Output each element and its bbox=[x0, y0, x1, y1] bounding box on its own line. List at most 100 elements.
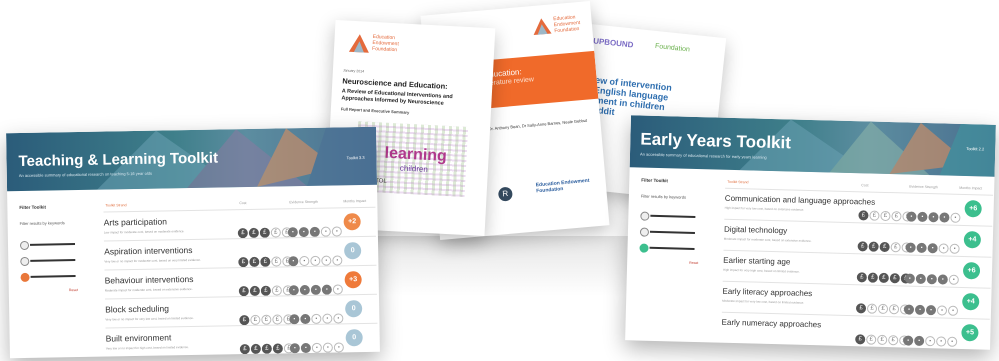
impact-badge: +3 bbox=[344, 271, 362, 289]
cost-slider-knob[interactable] bbox=[640, 211, 650, 221]
col-cost[interactable]: Cost bbox=[861, 183, 868, 187]
col-approach[interactable]: Toolkit Strand bbox=[727, 180, 748, 185]
cost-slider[interactable] bbox=[650, 214, 696, 218]
row-title[interactable]: Behaviour interventions bbox=[105, 274, 194, 286]
pound-coin-icon: £ bbox=[260, 256, 271, 267]
padlock-icon: ▪ bbox=[939, 212, 950, 223]
pound-coin-icon: £ bbox=[877, 303, 889, 315]
pound-coin-icon: £ bbox=[880, 210, 891, 222]
table-row[interactable]: Built environment Very low or no impact f… bbox=[105, 322, 378, 358]
cost-rating: £££££ bbox=[237, 220, 293, 239]
padlock-icon: ▪ bbox=[333, 313, 344, 324]
padlock-icon: ▪ bbox=[332, 284, 343, 295]
pound-coin-icon: £ bbox=[855, 334, 866, 345]
row-title[interactable]: Earlier starting age bbox=[723, 256, 790, 267]
col-evidence[interactable]: Evidence Strength bbox=[289, 200, 318, 204]
pound-coin-icon: £ bbox=[239, 315, 250, 326]
row-title[interactable]: Block scheduling bbox=[105, 303, 169, 314]
col-cost[interactable]: Cost bbox=[239, 201, 246, 205]
cost-rating: £££££ bbox=[239, 336, 295, 355]
evidence-slider[interactable] bbox=[30, 259, 76, 262]
impact-slider[interactable] bbox=[649, 246, 695, 250]
pound-coin-icon: £ bbox=[270, 227, 281, 238]
evidence-rating: ▪ ▪ ▪ ▪ ▪ bbox=[289, 335, 345, 354]
padlock-icon: ▪ bbox=[926, 274, 937, 285]
impact-slider-knob[interactable] bbox=[20, 272, 30, 283]
pound-coin-icon: £ bbox=[877, 334, 888, 346]
pound-coin-icon: £ bbox=[867, 272, 878, 283]
impact-badge: +4 bbox=[962, 292, 980, 311]
padlock-icon: ▪ bbox=[310, 284, 321, 295]
early-title: Early Years Toolkit bbox=[640, 129, 792, 153]
authors: Dr. Anthony Bean, Dr Sally-Anne Barnes, … bbox=[488, 117, 588, 132]
pound-coin-icon: £ bbox=[879, 241, 890, 253]
padlock-icon: ▪ bbox=[310, 255, 321, 266]
early-toolkit-link[interactable]: Toolkit 2.2 bbox=[966, 146, 984, 151]
teaching-banner: Teaching & Learning Toolkit An accessibl… bbox=[6, 126, 378, 192]
evidence-slider-knob[interactable] bbox=[639, 227, 650, 237]
pound-coin-icon: £ bbox=[858, 210, 869, 221]
padlock-icon: ▪ bbox=[903, 335, 914, 346]
row-description: Moderate impact for very low cost, based… bbox=[722, 298, 805, 305]
pound-coin-icon: £ bbox=[889, 273, 900, 284]
col-evidence[interactable]: Evidence Strength bbox=[909, 185, 938, 190]
pound-coin-icon: £ bbox=[261, 343, 272, 354]
cost-slider-knob[interactable] bbox=[19, 240, 30, 251]
evidence-slider-knob[interactable] bbox=[20, 256, 30, 267]
impact-badge: 0 bbox=[344, 242, 362, 260]
padlock-icon: ▪ bbox=[916, 242, 927, 254]
table-row[interactable]: Early numeracy approaches£££££▪▪▪▪▪+5 bbox=[721, 311, 990, 350]
evidence-rating: ▪ ▪ ▪ ▪ ▪ bbox=[906, 205, 961, 224]
padlock-icon: ▪ bbox=[914, 335, 925, 347]
row-title[interactable]: Early numeracy approaches bbox=[722, 318, 822, 330]
impact-slider-knob[interactable] bbox=[639, 243, 649, 253]
evidence-slider[interactable] bbox=[649, 230, 695, 234]
row-title[interactable]: Communication and language approaches bbox=[725, 194, 876, 207]
filter-keyword-input[interactable]: Filter results by keywords bbox=[20, 220, 65, 226]
row-title[interactable]: Aspiration interventions bbox=[104, 245, 193, 257]
teaching-toolkit-link[interactable]: Toolkit 3.3 bbox=[347, 155, 365, 160]
cost-rating: £££££ bbox=[238, 249, 293, 268]
eef-logo-middle: Education Endowment Foundation bbox=[531, 13, 593, 48]
padlock-icon: ▪ bbox=[905, 242, 916, 253]
padlock-icon: ▪ bbox=[309, 226, 320, 237]
pound-coin-icon: £ bbox=[856, 272, 867, 283]
padlock-icon: ▪ bbox=[948, 274, 959, 285]
pound-coin-icon: £ bbox=[272, 314, 283, 325]
pound-coin-icon: £ bbox=[878, 272, 889, 284]
col-approach[interactable]: Toolkit Strand bbox=[105, 203, 126, 207]
padlock-icon: ▪ bbox=[949, 243, 960, 254]
reset-link[interactable]: Reset bbox=[69, 288, 78, 292]
cost-rating: £££££ bbox=[238, 278, 294, 297]
padlock-icon: ▪ bbox=[936, 336, 947, 347]
row-title[interactable]: Digital technology bbox=[724, 225, 787, 236]
impact-slider[interactable] bbox=[30, 275, 76, 278]
padlock-icon: ▪ bbox=[333, 342, 344, 353]
padlock-icon: ▪ bbox=[938, 243, 949, 254]
evidence-rating: ▪ ▪ ▪ ▪ ▪ bbox=[904, 266, 960, 285]
impact-badge: +2 bbox=[343, 213, 361, 231]
padlock-icon: ▪ bbox=[906, 211, 917, 222]
padlock-icon: ▪ bbox=[311, 313, 322, 324]
impact-badge: +6 bbox=[964, 200, 982, 218]
report-date: January 2014 bbox=[342, 68, 365, 74]
padlock-icon: ▪ bbox=[288, 256, 299, 267]
reset-link[interactable]: Reset bbox=[689, 261, 698, 265]
padlock-icon: ▪ bbox=[288, 285, 299, 296]
cost-slider[interactable] bbox=[29, 243, 76, 246]
row-title[interactable]: Arts participation bbox=[104, 216, 167, 227]
padlock-icon: ▪ bbox=[914, 304, 926, 316]
padlock-icon: ▪ bbox=[947, 336, 958, 347]
teaching-title: Teaching & Learning Toolkit bbox=[18, 149, 219, 171]
filter-keyword-input[interactable]: Filter results by keywords bbox=[641, 194, 686, 200]
padlock-icon: ▪ bbox=[289, 314, 300, 325]
org-line: Foundation bbox=[371, 45, 398, 54]
row-title[interactable]: Built environment bbox=[106, 332, 172, 343]
eef-triangle-icon bbox=[533, 18, 552, 36]
row-title[interactable]: Early literacy approaches bbox=[722, 287, 812, 298]
col-impact[interactable]: Months Impact bbox=[959, 186, 982, 191]
padlock-icon: ▪ bbox=[331, 226, 342, 237]
col-impact[interactable]: Months Impact bbox=[343, 199, 366, 203]
padlock-icon: ▪ bbox=[904, 273, 915, 284]
padlock-icon: ▪ bbox=[928, 212, 939, 223]
